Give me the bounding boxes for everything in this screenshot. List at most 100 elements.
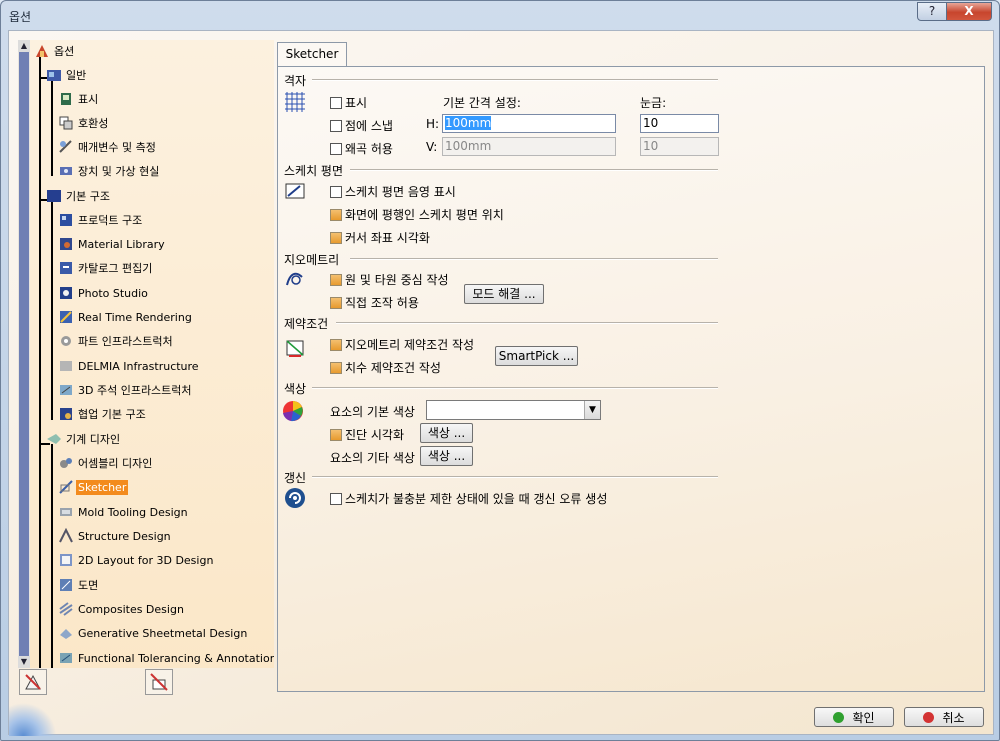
tree-item-drawing[interactable]: 도면: [58, 575, 100, 595]
shading-option[interactable]: 스케치 평면 음영 표시: [330, 183, 456, 200]
colors-section-title: 색상: [284, 382, 307, 396]
parallel-position-option[interactable]: 화면에 평행인 스케치 평면 위치: [330, 206, 504, 223]
lock-options-button[interactable]: [145, 669, 173, 695]
smartpick-button[interactable]: SmartPick ...: [495, 346, 578, 366]
tree-item-parameters[interactable]: 매개변수 및 측정: [58, 137, 158, 157]
tree-item-delmia-infrastructure[interactable]: DELMIA Infrastructure: [58, 356, 201, 376]
h-graduations-input[interactable]: 10: [640, 114, 719, 133]
collaboration-icon: [60, 408, 72, 420]
tree-item-compatibility[interactable]: 호환성: [58, 113, 110, 133]
tree-item-assembly-design[interactable]: 어셈블리 디자인: [58, 453, 154, 473]
close-button[interactable]: X: [946, 2, 992, 21]
help-button[interactable]: ?: [917, 2, 947, 21]
geometric-constraints-checkbox[interactable]: [330, 338, 342, 351]
tree-item-sketcher[interactable]: Sketcher: [58, 477, 129, 497]
devices-icon: [60, 167, 72, 175]
diagnosis-colors-button[interactable]: 색상 ...: [420, 423, 473, 443]
grid-display-label: 표시: [345, 96, 368, 110]
sketcher-icon: [59, 480, 73, 494]
tree-item-3d-annotation-infrastructure[interactable]: 3D 주석 인프라스트럭처: [58, 380, 194, 400]
tab-sketcher[interactable]: Sketcher: [277, 42, 347, 67]
v-spacing-input[interactable]: 100mm: [442, 137, 616, 156]
h-spacing-input[interactable]: 100mm: [442, 114, 616, 133]
create-centers-checkbox[interactable]: [330, 273, 342, 286]
cursor-coordinates-checkbox[interactable]: [330, 231, 342, 244]
tree-item-photo-studio[interactable]: Photo Studio: [58, 283, 150, 303]
tree-item-infrastructure[interactable]: 기본 구조: [46, 186, 112, 206]
shading-checkbox[interactable]: [330, 185, 342, 198]
grid-display-checkbox[interactable]: [330, 96, 342, 109]
tree-item-mechanical-design[interactable]: 기계 디자인: [46, 429, 122, 449]
decorative-corner: [9, 703, 57, 736]
tree-item-label: 협업 기본 구조: [78, 408, 146, 421]
tree-item-part-infrastructure[interactable]: 파트 인프라스트럭처: [58, 331, 175, 351]
create-centers-label: 원 및 타원 중심 작성: [345, 273, 449, 287]
direct-manipulation-option[interactable]: 직접 조작 허용: [330, 294, 419, 311]
tree-item-structure-design[interactable]: Structure Design: [58, 526, 173, 546]
composites-design-icon: [59, 602, 73, 616]
structure-design-icon: [59, 528, 73, 543]
tree-item-general[interactable]: 일반: [46, 65, 88, 85]
distortion-checkbox[interactable]: [330, 142, 342, 155]
direct-manipulation-label: 직접 조작 허용: [345, 296, 419, 310]
cursor-coordinates-option[interactable]: 커서 좌표 시각화: [330, 229, 430, 246]
update-error-option[interactable]: 스케치가 불충분 제한 상태에 있을 때 갱신 오류 생성: [330, 490, 607, 507]
tree-item-label: 3D 주석 인프라스트럭처: [78, 384, 192, 397]
tree-item-catalog-editor[interactable]: 카탈로그 편집기: [58, 258, 154, 278]
dimensional-constraints-option[interactable]: 치수 제약조건 작성: [330, 359, 441, 376]
sketcher-options-panel: 격자 표시 기본 간격 설정: 눈금: 점에 스냅 H: 100mm 10 왜곡…: [277, 66, 985, 692]
section-divider: [312, 387, 718, 389]
tree-item-sheetmetal-design[interactable]: Generative Sheetmetal Design: [58, 623, 249, 643]
cancel-button[interactable]: 취소: [904, 707, 984, 727]
title-bar: 옵션 ? X: [1, 1, 999, 29]
scroll-thumb[interactable]: [19, 52, 29, 656]
diagnosis-checkbox[interactable]: [330, 428, 342, 441]
geometric-constraints-option[interactable]: 지오메트리 제약조건 작성: [330, 336, 474, 353]
grid-display-option[interactable]: 표시: [330, 94, 367, 111]
tree-item-label: Mold Tooling Design: [78, 505, 188, 519]
scroll-up-icon[interactable]: ▲: [18, 40, 30, 52]
mold-tooling-icon: [60, 508, 72, 516]
other-colors-button[interactable]: 색상 ...: [420, 446, 473, 466]
tree-scrollbar[interactable]: ▲ ▼: [18, 40, 30, 668]
chevron-down-icon[interactable]: ▼: [584, 401, 600, 419]
cursor-coordinates-label: 커서 좌표 시각화: [345, 231, 430, 245]
snap-to-point-checkbox[interactable]: [330, 119, 342, 132]
parameters-icon: [59, 140, 72, 153]
direct-manipulation-checkbox[interactable]: [330, 296, 342, 309]
tree-item-label: Structure Design: [78, 529, 171, 543]
solving-mode-button[interactable]: 모드 해결 ...: [464, 284, 544, 304]
snap-to-point-label: 점에 스냅: [345, 119, 393, 133]
create-centers-option[interactable]: 원 및 타원 중심 작성: [330, 271, 449, 288]
snap-to-point-option[interactable]: 점에 스냅: [330, 117, 393, 134]
tree-item-product-structure[interactable]: 프로덕트 구조: [58, 210, 144, 230]
tree-item-label: Sketcher: [76, 479, 129, 495]
tree-item-real-time-rendering[interactable]: Real Time Rendering: [58, 307, 194, 327]
tree-item-display[interactable]: 표시: [58, 89, 100, 109]
v-graduations-input[interactable]: 10: [640, 137, 719, 156]
dimensional-constraints-checkbox[interactable]: [330, 361, 342, 374]
diagnosis-option[interactable]: 진단 시각화: [330, 426, 404, 443]
distortion-option[interactable]: 왜곡 허용: [330, 140, 393, 157]
ok-button[interactable]: 확인: [814, 707, 894, 727]
tree-item-collaboration[interactable]: 협업 기본 구조: [58, 404, 148, 424]
section-divider: [336, 322, 718, 324]
tree-item-mold-tooling[interactable]: Mold Tooling Design: [58, 502, 190, 522]
tree-item-options[interactable]: 옵션: [34, 41, 76, 61]
tree-item-2d-layout[interactable]: 2D Layout for 3D Design: [58, 550, 215, 570]
constraints-icon: [286, 340, 304, 357]
default-color-combo[interactable]: ▼: [426, 400, 601, 420]
v-spacing-label: V:: [426, 140, 438, 154]
tree-item-composites-design[interactable]: Composites Design: [58, 599, 186, 619]
shading-label: 스케치 평면 음영 표시: [345, 185, 456, 199]
sheetmetal-design-icon: [60, 629, 72, 639]
tree-item-devices[interactable]: 장치 및 가상 현실: [58, 161, 161, 181]
layout-2d-icon: [60, 554, 72, 566]
section-divider: [312, 476, 718, 478]
tree-item-functional-tolerancing[interactable]: Functional Tolerancing & Annotation: [58, 648, 274, 668]
reset-options-button[interactable]: [19, 669, 47, 695]
update-error-checkbox[interactable]: [330, 492, 342, 505]
parallel-position-checkbox[interactable]: [330, 208, 342, 221]
scroll-down-icon[interactable]: ▼: [18, 656, 30, 668]
tree-item-material-library[interactable]: Material Library: [58, 234, 167, 254]
